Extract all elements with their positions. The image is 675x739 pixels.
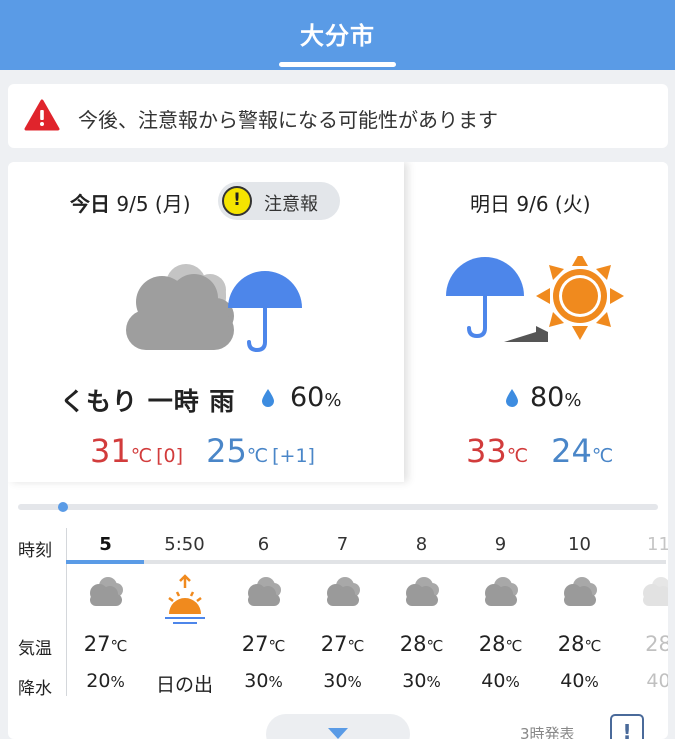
- hour-column[interactable]: 6 27℃ 30%: [224, 528, 303, 698]
- row-label-time: 時刻: [18, 541, 52, 561]
- hour-label: 6: [257, 534, 270, 555]
- today-high-temp: 31℃: [90, 432, 153, 470]
- row-label-temp: 気温: [18, 639, 52, 659]
- hour-precip: 30%: [323, 670, 362, 692]
- cloud-icon: [244, 574, 284, 608]
- issued-time: 3時発表: [520, 725, 575, 739]
- hour-temp: 27℃: [320, 632, 365, 656]
- tomorrow-date: 9/6: [516, 192, 549, 216]
- warning-triangle-icon: [24, 99, 60, 131]
- today-date-heading: 今日 9/5 (月): [70, 188, 191, 217]
- hour-label: 5: [99, 534, 112, 555]
- hour-precip: 40%: [560, 670, 599, 692]
- hour-label: 5:50: [164, 534, 205, 555]
- cloud-icon: [402, 574, 442, 608]
- row-label-precip: 降水: [18, 679, 52, 699]
- hour-precip: 20%: [86, 670, 125, 692]
- hour-temp: 28: [645, 632, 668, 656]
- city-title[interactable]: 大分市: [0, 16, 675, 51]
- hour-label: 8: [415, 534, 428, 555]
- advisory-exclamation-icon: !: [222, 186, 252, 216]
- today-precip-chance: 60%: [290, 382, 342, 413]
- hourly-forecast-table[interactable]: 時刻 気温 降水 5 27℃ 20% 5:50 日の出 6 27℃ 30% 7 27℃ 30% 8 28…: [8, 528, 668, 699]
- alert-message: 今後、注意報から警報になる可能性があります: [78, 108, 498, 132]
- rain-then-sunny-icon: [446, 256, 624, 342]
- forecast-card: 今日 9/5 (月) ! 注意報 くもり 一時 雨 60% 31℃ [0] 25…: [8, 162, 668, 739]
- hour-temp: 27℃: [83, 632, 128, 656]
- cloud-icon: [481, 574, 521, 608]
- tomorrow-high-temp: 33℃: [466, 432, 529, 470]
- today-label: 今日: [70, 192, 110, 216]
- hour-precip: 30%: [402, 670, 441, 692]
- tomorrow-forecast[interactable]: 明日 9/6 (火) 80% 33℃ 24℃: [404, 162, 668, 482]
- cloud-icon: [560, 574, 600, 608]
- chevron-down-icon: [328, 728, 348, 739]
- hour-label: 7: [336, 534, 349, 555]
- tomorrow-weekday: (火): [554, 192, 591, 216]
- cloud-icon: [323, 574, 363, 608]
- tomorrow-label: 明日: [470, 192, 510, 216]
- hourly-scroll-thumb[interactable]: [58, 502, 68, 512]
- today-date: 9/5: [116, 192, 149, 216]
- hour-precip: 40%: [481, 670, 520, 692]
- today-temperatures: 31℃ [0] 25℃ [+1]: [90, 432, 315, 470]
- hour-temp: 28℃: [478, 632, 523, 656]
- raindrop-icon: [506, 389, 518, 407]
- hour-column[interactable]: 8 28℃ 30%: [382, 528, 461, 698]
- hour-column[interactable]: 5:50 日の出: [145, 528, 224, 698]
- hour-label: 9: [494, 534, 507, 555]
- hour-label: 11: [647, 534, 668, 555]
- today-high-diff: [0]: [156, 445, 183, 467]
- advisory-label: 注意報: [264, 194, 318, 215]
- city-tab-indicator: [279, 62, 396, 67]
- raindrop-icon: [262, 389, 274, 407]
- sunrise-icon: [163, 574, 207, 628]
- cloud-icon: [86, 574, 126, 608]
- hour-label: 10: [568, 534, 591, 555]
- cloud-with-rain-icon: [126, 264, 302, 352]
- hour-precip: 40: [646, 670, 668, 692]
- warning-alert-banner[interactable]: 今後、注意報から警報になる可能性があります: [8, 84, 668, 148]
- hour-column[interactable]: 11 28 40: [619, 528, 668, 698]
- info-button[interactable]: !: [610, 714, 644, 739]
- today-low-temp: 25℃: [206, 432, 269, 470]
- today-weather-summary: くもり 一時 雨: [60, 387, 236, 416]
- app-header: 大分市: [0, 0, 675, 70]
- exclamation-icon: !: [622, 720, 632, 739]
- tomorrow-date-heading: 明日 9/6 (火): [470, 188, 591, 217]
- today-low-diff: [+1]: [272, 445, 315, 467]
- hour-precip: 日の出: [155, 674, 213, 696]
- tomorrow-low-temp: 24℃: [551, 432, 614, 470]
- today-forecast[interactable]: 今日 9/5 (月) ! 注意報 くもり 一時 雨 60% 31℃ [0] 25…: [8, 162, 404, 482]
- hour-column[interactable]: 5 27℃ 20%: [66, 528, 145, 698]
- hour-temp: 28℃: [399, 632, 444, 656]
- tomorrow-precip-chance: 80%: [530, 382, 582, 413]
- cloud-icon: [639, 574, 668, 608]
- hourly-scroll-track[interactable]: [18, 504, 658, 510]
- expand-hourly-button[interactable]: [266, 714, 410, 739]
- hour-temp: 28℃: [557, 632, 602, 656]
- hour-column[interactable]: 9 28℃ 40%: [461, 528, 540, 698]
- hour-column[interactable]: 7 27℃ 30%: [303, 528, 382, 698]
- hour-precip: 30%: [244, 670, 283, 692]
- today-weekday: (月): [154, 192, 191, 216]
- hour-column[interactable]: 10 28℃ 40%: [540, 528, 619, 698]
- hour-temp: 27℃: [241, 632, 286, 656]
- tomorrow-temperatures: 33℃ 24℃: [466, 432, 613, 470]
- advisory-badge[interactable]: ! 注意報: [218, 182, 340, 220]
